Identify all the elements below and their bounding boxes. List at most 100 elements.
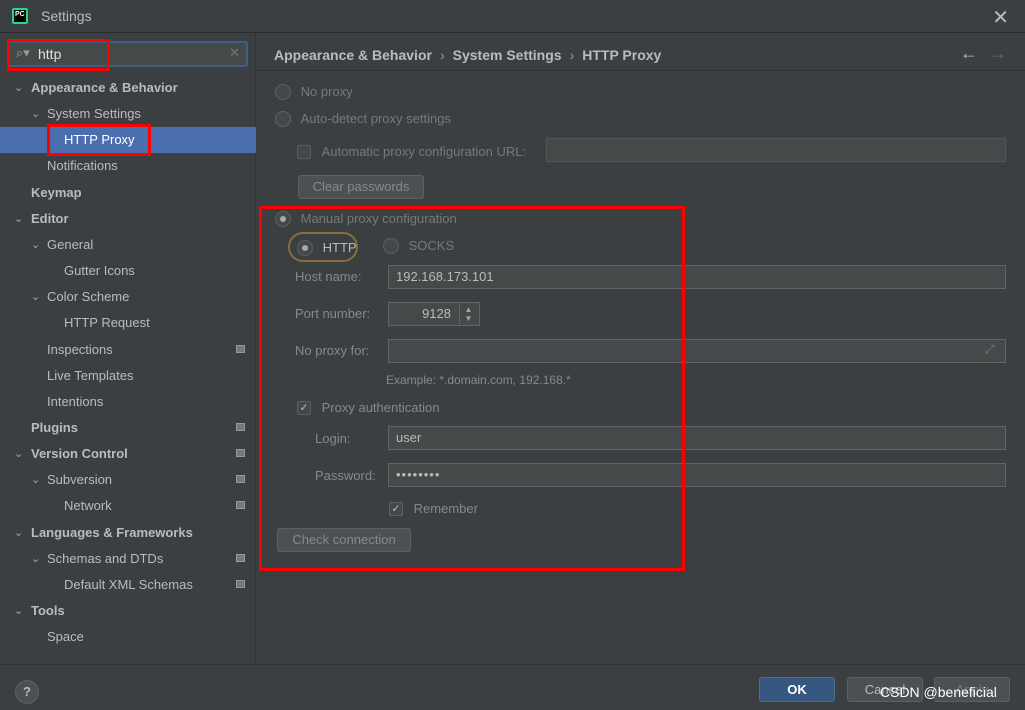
tree-item[interactable]: ⌄ Appearance & Behavior: [0, 75, 256, 101]
chevron-down-icon[interactable]: ⌄: [14, 441, 23, 467]
chevron-down-icon[interactable]: ⌄: [31, 101, 40, 127]
project-level-icon: [236, 344, 245, 353]
tree-item[interactable]: Plugins: [0, 415, 256, 441]
chevron-down-icon[interactable]: ⌄: [14, 75, 23, 101]
tree-item[interactable]: Intentions: [0, 389, 256, 415]
proxy-auth-checkbox[interactable]: ✓: [297, 400, 311, 415]
no-proxy-for-field[interactable]: [388, 339, 1006, 363]
remember-checkbox[interactable]: ✓: [389, 501, 403, 516]
tree-item-label: Editor: [31, 210, 69, 226]
search-input[interactable]: ⌕▾ http ✕: [8, 41, 248, 67]
expand-icon[interactable]: ⤢: [985, 342, 995, 357]
tree-item[interactable]: Notifications: [0, 153, 256, 179]
manual-proxy-radio[interactable]: [275, 210, 291, 227]
login-field[interactable]: user: [388, 426, 1006, 450]
tree-item[interactable]: Space: [0, 624, 256, 650]
host-name-field[interactable]: 192.168.173.101: [388, 265, 1006, 289]
chevron-down-icon[interactable]: ⌄: [14, 598, 23, 624]
no-proxy-for-label: No proxy for:: [295, 343, 370, 358]
tree-item-label: Intentions: [47, 393, 104, 409]
tree-item[interactable]: ⌄ System Settings: [0, 101, 256, 127]
auto-config-url-label: Automatic proxy configuration URL:: [321, 144, 527, 160]
ok-button[interactable]: OK: [759, 677, 835, 702]
tree-item-label: Network: [64, 498, 112, 514]
breadcrumb-separator: ›: [439, 47, 445, 63]
tree-item[interactable]: ⌄ Editor: [0, 206, 256, 232]
tree-item[interactable]: Network: [0, 493, 256, 519]
tree-item[interactable]: Keymap: [0, 180, 256, 206]
project-level-icon: [236, 475, 245, 484]
tree-item[interactable]: ⌄ General: [0, 232, 256, 258]
tree-item[interactable]: ⌄ Subversion: [0, 467, 256, 493]
clear-search-icon[interactable]: ✕: [229, 45, 240, 61]
auto-detect-option[interactable]: Auto-detect proxy settings: [275, 110, 451, 127]
tree-item-label: Default XML Schemas: [64, 576, 193, 592]
chevron-down-icon[interactable]: ⌄: [31, 546, 40, 572]
tree-item[interactable]: ⌄ Version Control: [0, 441, 256, 467]
tree-item[interactable]: ⌄ Color Scheme: [0, 284, 256, 310]
auto-detect-radio[interactable]: [275, 110, 291, 127]
manual-proxy-label: Manual proxy configuration: [300, 211, 457, 227]
tree-item-label: Inspections: [47, 341, 113, 357]
breadcrumb-item[interactable]: System Settings: [453, 47, 562, 63]
socks-option[interactable]: SOCKS: [383, 237, 454, 254]
tree-item[interactable]: Gutter Icons: [0, 258, 256, 284]
project-level-icon: [236, 449, 245, 458]
tree-item[interactable]: HTTP Proxy: [0, 127, 256, 154]
socks-radio[interactable]: [383, 237, 399, 254]
no-proxy-label: No proxy: [300, 84, 353, 100]
port-stepper-icon[interactable]: ▲ ▼: [459, 304, 477, 324]
search-value: http: [38, 46, 62, 62]
project-level-icon: [236, 422, 245, 431]
tree-item[interactable]: HTTP Request: [0, 310, 256, 336]
auto-detect-label: Auto-detect proxy settings: [300, 111, 451, 127]
breadcrumb-item[interactable]: Appearance & Behavior: [274, 47, 432, 63]
http-proxy-form: No proxy Auto-detect proxy settings Auto…: [257, 70, 1025, 664]
close-icon[interactable]: ✕: [992, 5, 1009, 30]
forward-arrow-icon[interactable]: →: [989, 43, 1007, 64]
tree-item[interactable]: ⌄ Schemas and DTDs: [0, 546, 256, 572]
clear-passwords-button[interactable]: Clear passwords: [298, 175, 424, 199]
tree-item[interactable]: ⌄ Tools: [0, 598, 256, 624]
chevron-down-icon[interactable]: ⌄: [31, 284, 40, 310]
check-connection-button[interactable]: Check connection: [277, 528, 411, 552]
pycharm-logo-icon: PC: [12, 8, 28, 24]
breadcrumb-item: HTTP Proxy: [582, 47, 662, 63]
tree-item[interactable]: ⌄ Languages & Frameworks: [0, 520, 256, 546]
tree-item-label: Color Scheme: [47, 289, 130, 305]
port-number-label: Port number:: [295, 306, 371, 321]
back-arrow-icon[interactable]: ←: [960, 43, 978, 64]
http-radio[interactable]: [297, 239, 313, 256]
watermark: CSDN @beneficial: [880, 684, 997, 700]
tree-item-label: HTTP Proxy: [64, 132, 135, 148]
auto-config-url-field[interactable]: [546, 138, 1006, 162]
tree-item-label: Appearance & Behavior: [31, 80, 178, 95]
proxy-auth-option[interactable]: ✓ Proxy authentication: [297, 399, 439, 415]
chevron-down-icon[interactable]: ⌄: [14, 206, 23, 232]
help-button[interactable]: ?: [15, 680, 39, 704]
chevron-down-icon[interactable]: ⌄: [31, 232, 40, 258]
tree-item[interactable]: Live Templates: [0, 363, 256, 389]
http-option[interactable]: HTTP: [288, 232, 358, 262]
chevron-down-icon[interactable]: ⌄: [14, 520, 23, 546]
breadcrumb-separator: ›: [569, 47, 575, 63]
tree-item-label: Notifications: [47, 158, 118, 174]
window-title: Settings: [41, 8, 92, 24]
auto-config-url-checkbox[interactable]: [297, 144, 311, 159]
tree-item[interactable]: Inspections: [0, 337, 256, 363]
no-proxy-radio[interactable]: [275, 83, 291, 100]
login-label: Login:: [315, 431, 351, 446]
chevron-down-icon[interactable]: ⌄: [31, 467, 40, 493]
auto-config-url-option[interactable]: Automatic proxy configuration URL:: [297, 143, 526, 159]
password-field[interactable]: ••••••••: [388, 463, 1006, 487]
remember-label: Remember: [413, 501, 478, 517]
no-proxy-option[interactable]: No proxy: [275, 83, 353, 100]
remember-option[interactable]: ✓ Remember: [389, 500, 478, 516]
dialog-footer: ? OK Cancel Apply: [0, 664, 1025, 710]
tree-item-label: HTTP Request: [64, 315, 150, 331]
manual-proxy-option[interactable]: Manual proxy configuration: [275, 210, 457, 227]
tree-item-label: Keymap: [31, 184, 82, 200]
project-level-icon: [236, 501, 245, 510]
tree-item[interactable]: Default XML Schemas: [0, 572, 256, 598]
tree-item-label: Space: [47, 629, 84, 645]
